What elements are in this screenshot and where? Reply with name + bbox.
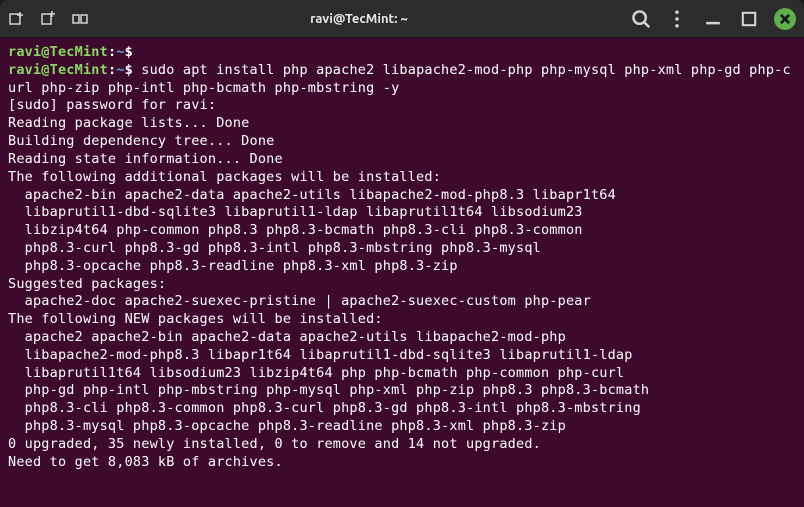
output-line: apache2-bin apache2-data apache2-utils l… [8, 187, 796, 205]
output-line: apache2-doc apache2-suexec-pristine | ap… [8, 293, 796, 311]
search-icon[interactable] [630, 8, 652, 30]
output-line: libzip4t64 php-common php8.3 php8.3-bcma… [8, 222, 796, 240]
output-line: php8.3-mysql php8.3-opcache php8.3-readl… [8, 418, 796, 436]
titlebar-right-controls [630, 8, 796, 30]
prompt-symbol: $ [125, 62, 133, 78]
output-container: [sudo] password for ravi:Reading package… [8, 97, 796, 471]
prompt-user: ravi@TecMint [8, 62, 108, 78]
output-line: Reading state information... Done [8, 151, 796, 169]
window-title: ravi@TecMint: ~ [88, 12, 630, 26]
output-line: The following additional packages will b… [8, 169, 796, 187]
output-line: libaprutil1t64 libsodium23 libzip4t64 ph… [8, 365, 796, 383]
output-line: php8.3-cli php8.3-common php8.3-curl php… [8, 400, 796, 418]
split-icon[interactable] [72, 11, 88, 27]
output-line: [sudo] password for ravi: [8, 97, 796, 115]
output-line: apache2 apache2-bin apache2-data apache2… [8, 329, 796, 347]
close-button[interactable] [774, 8, 796, 30]
maximize-button[interactable] [738, 8, 760, 30]
prompt-path: ~ [116, 62, 124, 78]
output-line: php8.3-curl php8.3-gd php8.3-intl php8.3… [8, 240, 796, 258]
output-line: libapache2-mod-php8.3 libapr1t64 libapru… [8, 347, 796, 365]
prompt-line-empty: ravi@TecMint:~$ [8, 44, 796, 62]
titlebar: ravi@TecMint: ~ [0, 0, 804, 38]
output-line: php8.3-opcache php8.3-readline php8.3-xm… [8, 258, 796, 276]
titlebar-left-controls [8, 11, 88, 27]
output-line: libaprutil1-dbd-sqlite3 libaprutil1-ldap… [8, 204, 796, 222]
terminal-window: ravi@TecMint: ~ [0, 0, 804, 507]
prompt-user: ravi@TecMint [8, 44, 108, 60]
prompt-path: ~ [116, 44, 124, 60]
new-tab-icon[interactable] [8, 11, 24, 27]
terminal-body[interactable]: ravi@TecMint:~$ ravi@TecMint:~$ sudo apt… [0, 38, 804, 507]
output-line: Need to get 8,083 kB of archives. [8, 454, 796, 472]
output-line: Building dependency tree... Done [8, 133, 796, 151]
output-line: Reading package lists... Done [8, 115, 796, 133]
output-line: 0 upgraded, 35 newly installed, 0 to rem… [8, 436, 796, 454]
output-line: Suggested packages: [8, 276, 796, 294]
minimize-button[interactable] [702, 8, 724, 30]
output-line: php-gd php-intl php-mbstring php-mysql p… [8, 382, 796, 400]
prompt-line-command: ravi@TecMint:~$ sudo apt install php apa… [8, 62, 796, 98]
output-line: The following NEW packages will be insta… [8, 311, 796, 329]
prompt-symbol: $ [125, 44, 133, 60]
menu-icon[interactable] [666, 8, 688, 30]
new-window-icon[interactable] [40, 11, 56, 27]
